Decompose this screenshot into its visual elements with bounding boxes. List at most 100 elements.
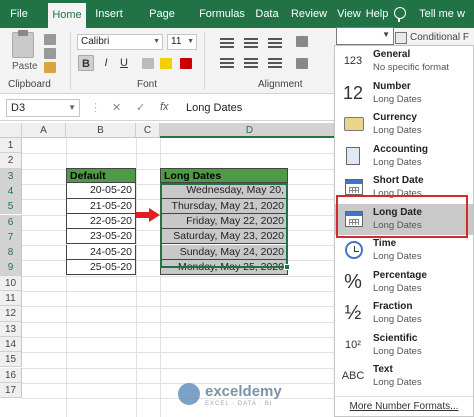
row-header[interactable]: 10	[0, 275, 22, 291]
row-header[interactable]: 9	[0, 260, 22, 276]
align-top-icon[interactable]	[220, 38, 234, 48]
column-header-b[interactable]: B	[66, 123, 136, 138]
number-format-dropdown: 123 General No specific format 12 Number Long…	[334, 45, 474, 417]
row-header[interactable]: 12	[0, 306, 22, 322]
align-center-icon[interactable]	[244, 58, 258, 68]
row-header[interactable]: 8	[0, 245, 22, 261]
format-painter-icon[interactable]	[44, 62, 56, 73]
italic-button[interactable]: I	[98, 55, 114, 71]
tab-insert[interactable]: Insert	[90, 0, 128, 28]
row-header[interactable]: 2	[0, 153, 22, 169]
format-item-general[interactable]: 123 General No specific format	[335, 46, 473, 78]
enter-icon[interactable]: ✓	[136, 101, 145, 114]
font-color-icon[interactable]	[180, 58, 192, 69]
percentage-icon: %	[344, 270, 362, 293]
number-format-select[interactable]: ▼	[336, 27, 394, 45]
row-header[interactable]: 11	[0, 291, 22, 307]
long-date-cell[interactable]: Friday, May 22, 2020	[160, 213, 288, 230]
row-header[interactable]: 3	[0, 168, 22, 184]
formula-input[interactable]: Long Dates	[186, 99, 346, 117]
cancel-icon[interactable]: ✕	[112, 101, 121, 114]
default-dates-header[interactable]: Default Dates	[66, 168, 136, 197]
tab-home[interactable]: Home	[48, 3, 86, 28]
row-header[interactable]: 6	[0, 214, 22, 230]
tab-view[interactable]: View	[334, 0, 364, 28]
font-name-select[interactable]: Calibri ▼	[77, 34, 163, 50]
accounting-calculator-icon-shape	[346, 146, 360, 165]
align-left-icon[interactable]	[220, 58, 234, 68]
paste-clipboard-icon[interactable]	[12, 30, 34, 58]
fill-color-icon[interactable]	[160, 58, 172, 69]
chevron-down-icon: ▼	[68, 103, 76, 112]
align-middle-icon[interactable]	[244, 38, 258, 48]
format-item-long-date[interactable]: Long Date Long Dates	[335, 203, 473, 235]
row-header[interactable]: 17	[0, 382, 22, 399]
format-item-percentage[interactable]: % Percentage Long Dates	[335, 267, 473, 299]
align-bottom-icon[interactable]	[268, 38, 282, 48]
column-header-c[interactable]: C	[136, 123, 160, 138]
format-item-accounting[interactable]: Accounting Long Dates	[335, 141, 473, 173]
long-date-cell[interactable]: Wednesday, May 20, 2020	[160, 183, 288, 211]
default-date-cell[interactable]: 22-05-20	[66, 213, 136, 230]
default-date-cell[interactable]: 25-05-20	[66, 259, 136, 276]
tab-file[interactable]: File	[4, 0, 34, 28]
wrap-text-icon[interactable]	[296, 36, 308, 47]
cut-icon[interactable]	[44, 34, 56, 45]
row-header[interactable]: 1	[0, 138, 22, 154]
grid-line	[22, 336, 340, 338]
borders-icon[interactable]	[142, 58, 154, 69]
tab-review[interactable]: Review	[288, 0, 330, 28]
row-header[interactable]: 16	[0, 367, 22, 383]
copy-icon[interactable]	[44, 48, 56, 59]
column-header-a[interactable]: A	[22, 123, 66, 138]
default-date-cell[interactable]: 23-05-20	[66, 229, 136, 245]
more-number-formats-link[interactable]: More Number Formats...	[335, 396, 473, 416]
row-header[interactable]: 15	[0, 352, 22, 368]
name-box[interactable]: D3 ▼	[6, 99, 80, 117]
default-date-cell[interactable]: 21-05-20	[66, 198, 136, 214]
row-header[interactable]: 14	[0, 336, 22, 353]
long-date-cell[interactable]: Saturday, May 23, 2020	[160, 229, 288, 245]
tab-data[interactable]: Data	[252, 0, 282, 28]
row-header[interactable]: 4	[0, 183, 22, 200]
bold-button[interactable]: B	[78, 55, 94, 71]
format-item-title: Fraction	[373, 301, 413, 312]
column-header-d[interactable]: D	[160, 123, 340, 138]
insert-function-icon[interactable]: fx	[160, 101, 169, 113]
row-header[interactable]: 13	[0, 321, 22, 337]
grid-line	[22, 306, 340, 308]
default-date-cell[interactable]: 20-05-20	[66, 183, 136, 199]
long-date-cell[interactable]: Thursday, May 21, 2020	[160, 198, 288, 214]
tab-formulas[interactable]: Formulas	[196, 0, 248, 28]
paste-button-label[interactable]: Paste	[12, 61, 38, 72]
conditional-formatting-icon[interactable]	[395, 32, 407, 44]
format-item-scientific[interactable]: 10² Scientific Long Dates	[335, 330, 473, 362]
tab-page-layout[interactable]: Page Layout	[132, 0, 192, 48]
fill-handle[interactable]	[284, 264, 290, 270]
font-size-select[interactable]: 11 ▼	[167, 34, 197, 50]
underline-button[interactable]: U	[116, 55, 132, 71]
general-123-icon: 123	[343, 55, 363, 67]
default-date-cell[interactable]: 24-05-20	[66, 244, 136, 260]
format-item-currency[interactable]: Currency Long Dates	[335, 109, 473, 141]
long-date-calendar-icon-shape	[345, 210, 363, 227]
format-item-title: Short Date	[373, 175, 424, 186]
row-header[interactable]: 5	[0, 199, 22, 215]
format-item-fraction[interactable]: ½ Fraction Long Dates	[335, 298, 473, 330]
conditional-formatting-button[interactable]: Conditional F	[410, 32, 469, 43]
long-dates-header[interactable]: Long Dates	[160, 168, 288, 184]
merge-center-icon[interactable]	[296, 58, 308, 69]
format-item-title: Number	[373, 80, 411, 92]
format-item-number[interactable]: 12 Number Long Dates	[335, 78, 473, 110]
format-item-short-date[interactable]: Short Date Long Dates	[335, 172, 473, 204]
format-item-time[interactable]: Time Long Dates	[335, 235, 473, 267]
long-date-cell[interactable]: Sunday, May 24, 2020	[160, 244, 288, 260]
tab-help[interactable]: Help	[364, 0, 390, 28]
tell-me-search[interactable]: Tell me w	[412, 0, 472, 28]
select-all-corner[interactable]	[0, 123, 22, 138]
format-item-text[interactable]: ABC Text Long Dates	[335, 361, 473, 393]
grid-line	[22, 367, 340, 369]
align-right-icon[interactable]	[268, 58, 282, 68]
row-header[interactable]: 7	[0, 229, 22, 246]
long-date-cell[interactable]: Monday, May 25, 2020	[160, 259, 288, 276]
